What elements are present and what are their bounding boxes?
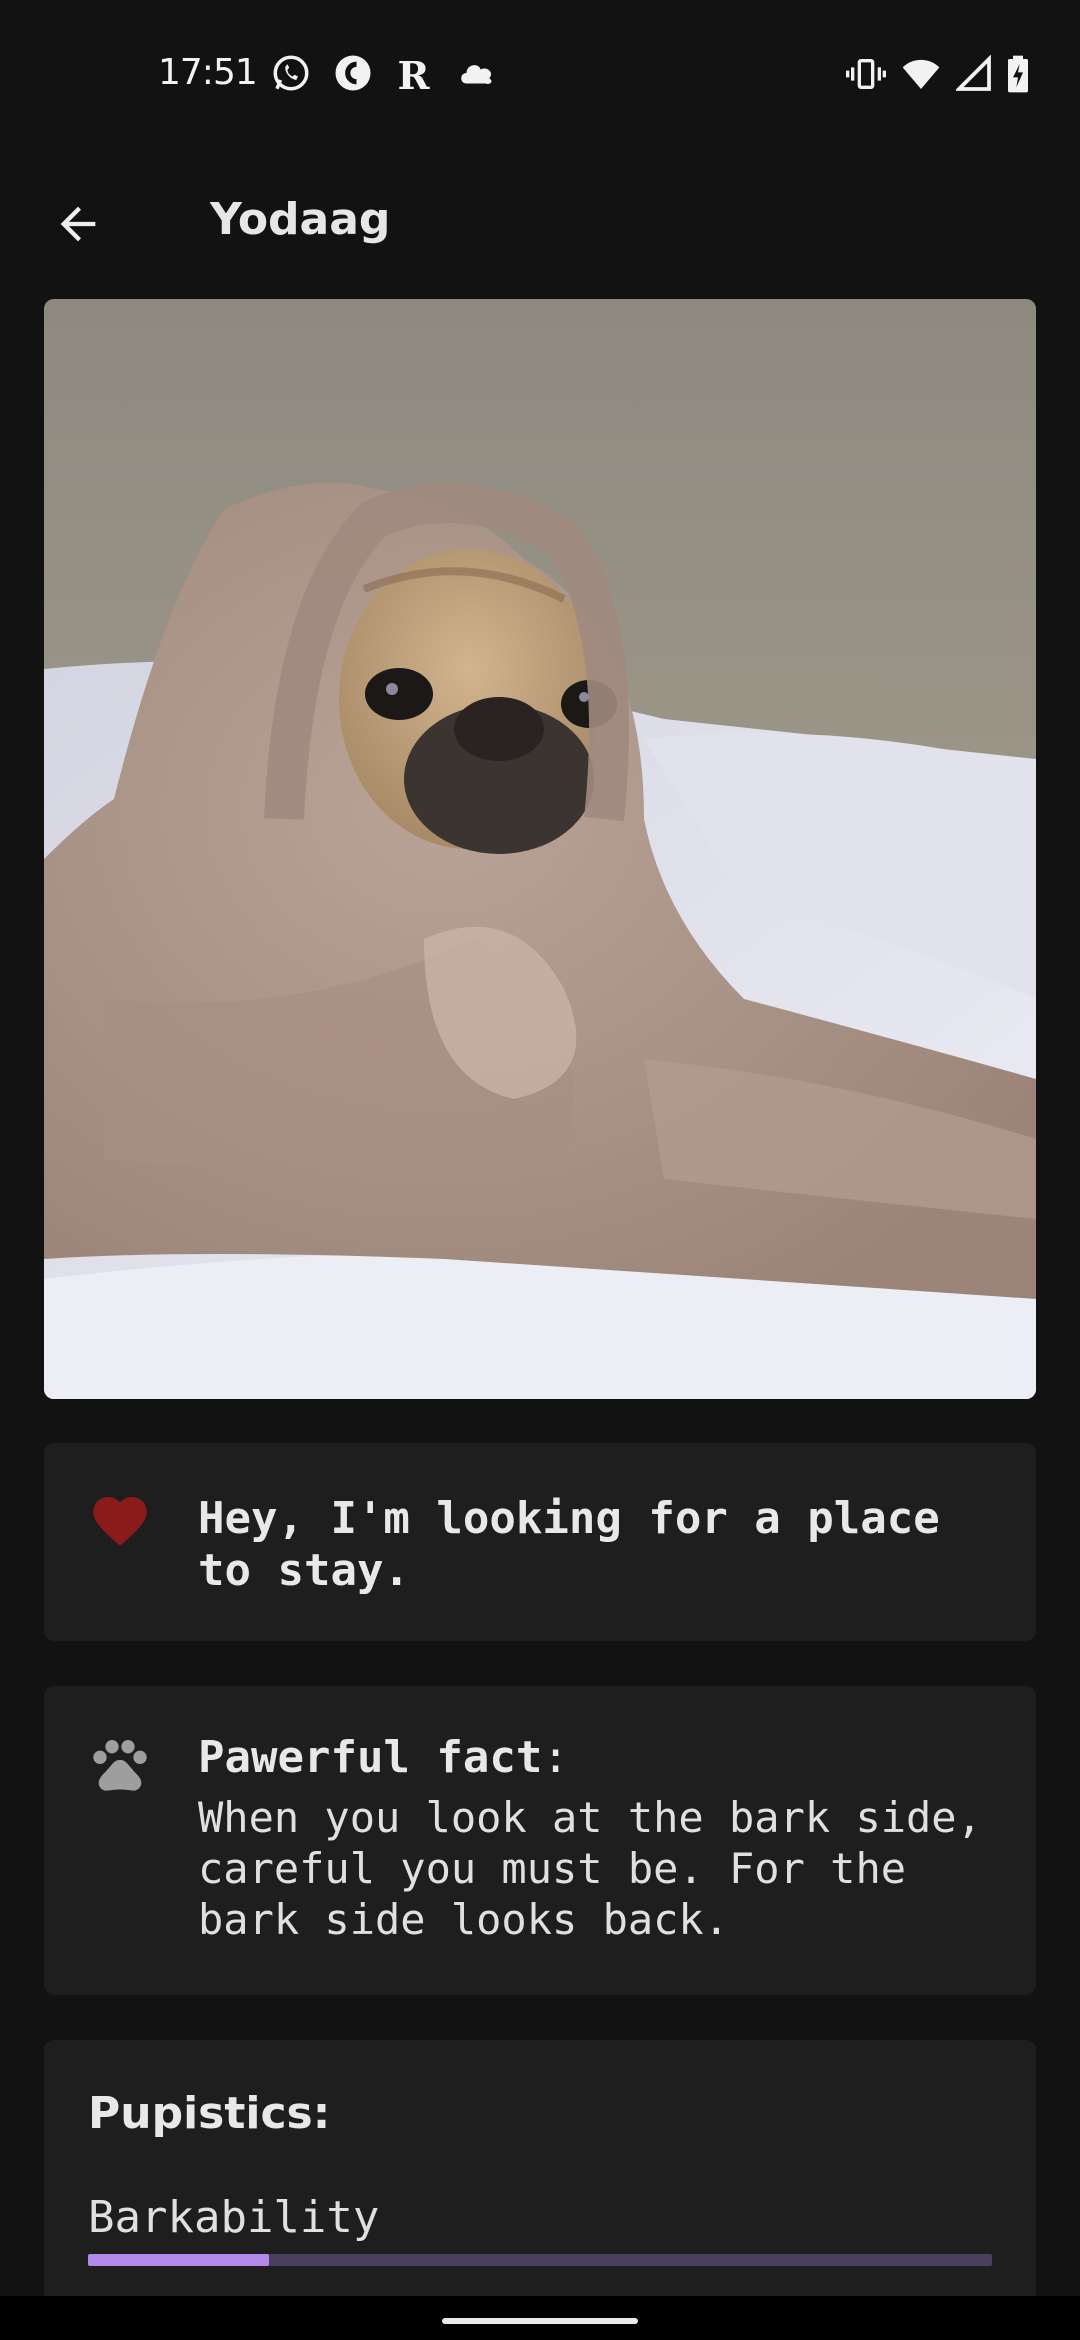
arrow-back-icon <box>60 206 96 242</box>
stats-card: Pupistics: Barkability <box>44 2040 1036 2340</box>
fact-title-label: Pawerful fact <box>198 1732 543 1783</box>
battery-charging-icon <box>1008 55 1028 93</box>
app-r-icon: R <box>398 54 431 94</box>
fact-card: Pawerful fact: When you look at the bark… <box>44 1686 1036 1995</box>
cloud-icon <box>461 65 492 84</box>
system-icons <box>846 54 1030 94</box>
back-button[interactable] <box>40 186 116 262</box>
greeting-text: Hey, I'm looking for a place to stay. <box>198 1493 940 1596</box>
greeting-card: Hey, I'm looking for a place to stay. <box>44 1443 1036 1641</box>
whatsapp-icon <box>273 55 309 91</box>
svg-text:R: R <box>398 54 431 94</box>
pug-photo-image <box>44 299 1036 1399</box>
status-bar: 17:51 R <box>0 0 1080 150</box>
app-c-icon <box>335 55 371 91</box>
wifi-icon <box>902 59 940 89</box>
notification-icons: R <box>270 52 498 94</box>
stat-progress-fill <box>88 2254 269 2266</box>
paw-icon <box>93 1740 147 1791</box>
pug-photo <box>44 299 1036 1399</box>
signal-icon <box>956 54 991 91</box>
heart-icon <box>93 1497 147 1546</box>
stat-label-barkability: Barkability <box>88 2192 380 2243</box>
stats-title: Pupistics: <box>88 2088 331 2139</box>
navigation-bar <box>0 2296 1080 2340</box>
screen: 17:51 R Yodaag Hey, I'm looking for a pl… <box>0 0 1080 2340</box>
status-time: 17:51 <box>158 52 258 93</box>
app-bar: Yodaag <box>0 170 1080 280</box>
fact-text: When you look at the bark side, careful … <box>198 1793 982 1944</box>
home-gesture-handle[interactable] <box>442 2318 638 2324</box>
stat-progress-barkability <box>88 2254 992 2266</box>
fact-title: Pawerful fact: <box>198 1732 569 1784</box>
page-title: Yodaag <box>210 194 391 245</box>
vibrate-icon <box>846 59 886 89</box>
fact-title-colon: : <box>542 1732 569 1783</box>
